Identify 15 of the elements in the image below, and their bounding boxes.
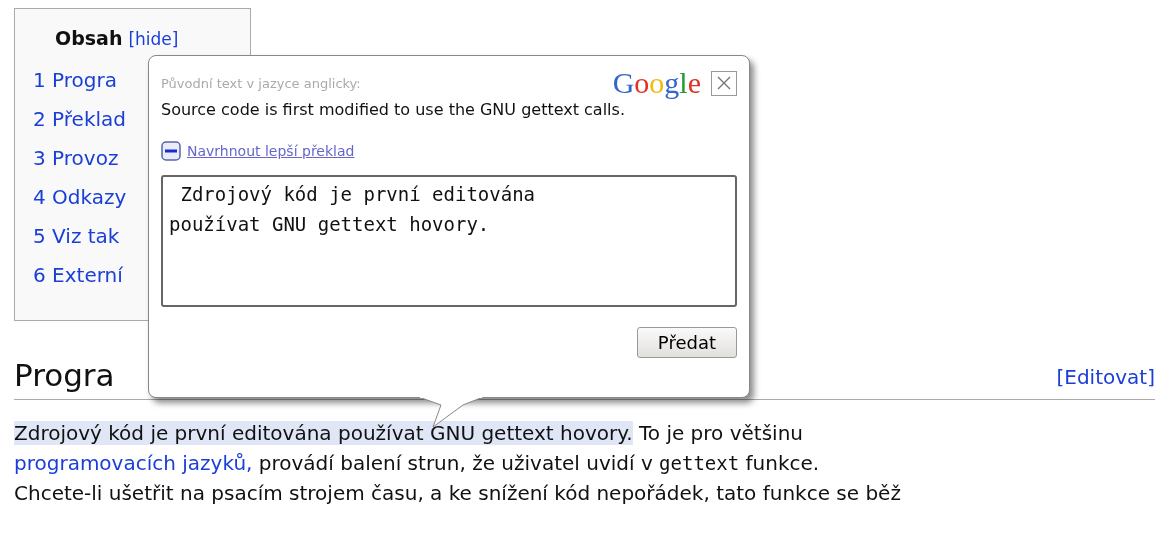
toc-title: Obsah: [55, 27, 123, 49]
submit-button[interactable]: Předat: [636, 327, 737, 358]
paragraph: Zdrojový kód je první editována používat GNU gettext hovory. To je pro většinu programovacích jazyků, provádí balení strun, že uživatel uvidí v gettext funkce. Chcete-li ušetřit na psacím strojem času, a ke snížení kód nepořádek, tato funkce se běž: [14, 420, 902, 507]
suggestion-field[interactable]: Zdrojový kód je první editována používat GNU gettext hovory.: [161, 175, 737, 307]
suggest-link[interactable]: Navrhnout lepší překlad: [187, 143, 355, 159]
close-icon: [716, 75, 732, 91]
collapse-icon[interactable]: [161, 141, 181, 161]
source-label: Původní text v jazyce anglicky:: [161, 75, 362, 91]
edit-link[interactable]: [Editovat]: [1056, 365, 1155, 389]
logo: Google: [612, 66, 701, 100]
source-text: Source code is first modified to use the GNU gettext calls.: [161, 100, 626, 119]
hide-link[interactable]: [hide]: [128, 29, 179, 49]
section-heading: Progra: [14, 357, 115, 393]
close-button[interactable]: [711, 70, 737, 96]
paragraph-link[interactable]: programovacích jazyků,: [14, 451, 253, 475]
